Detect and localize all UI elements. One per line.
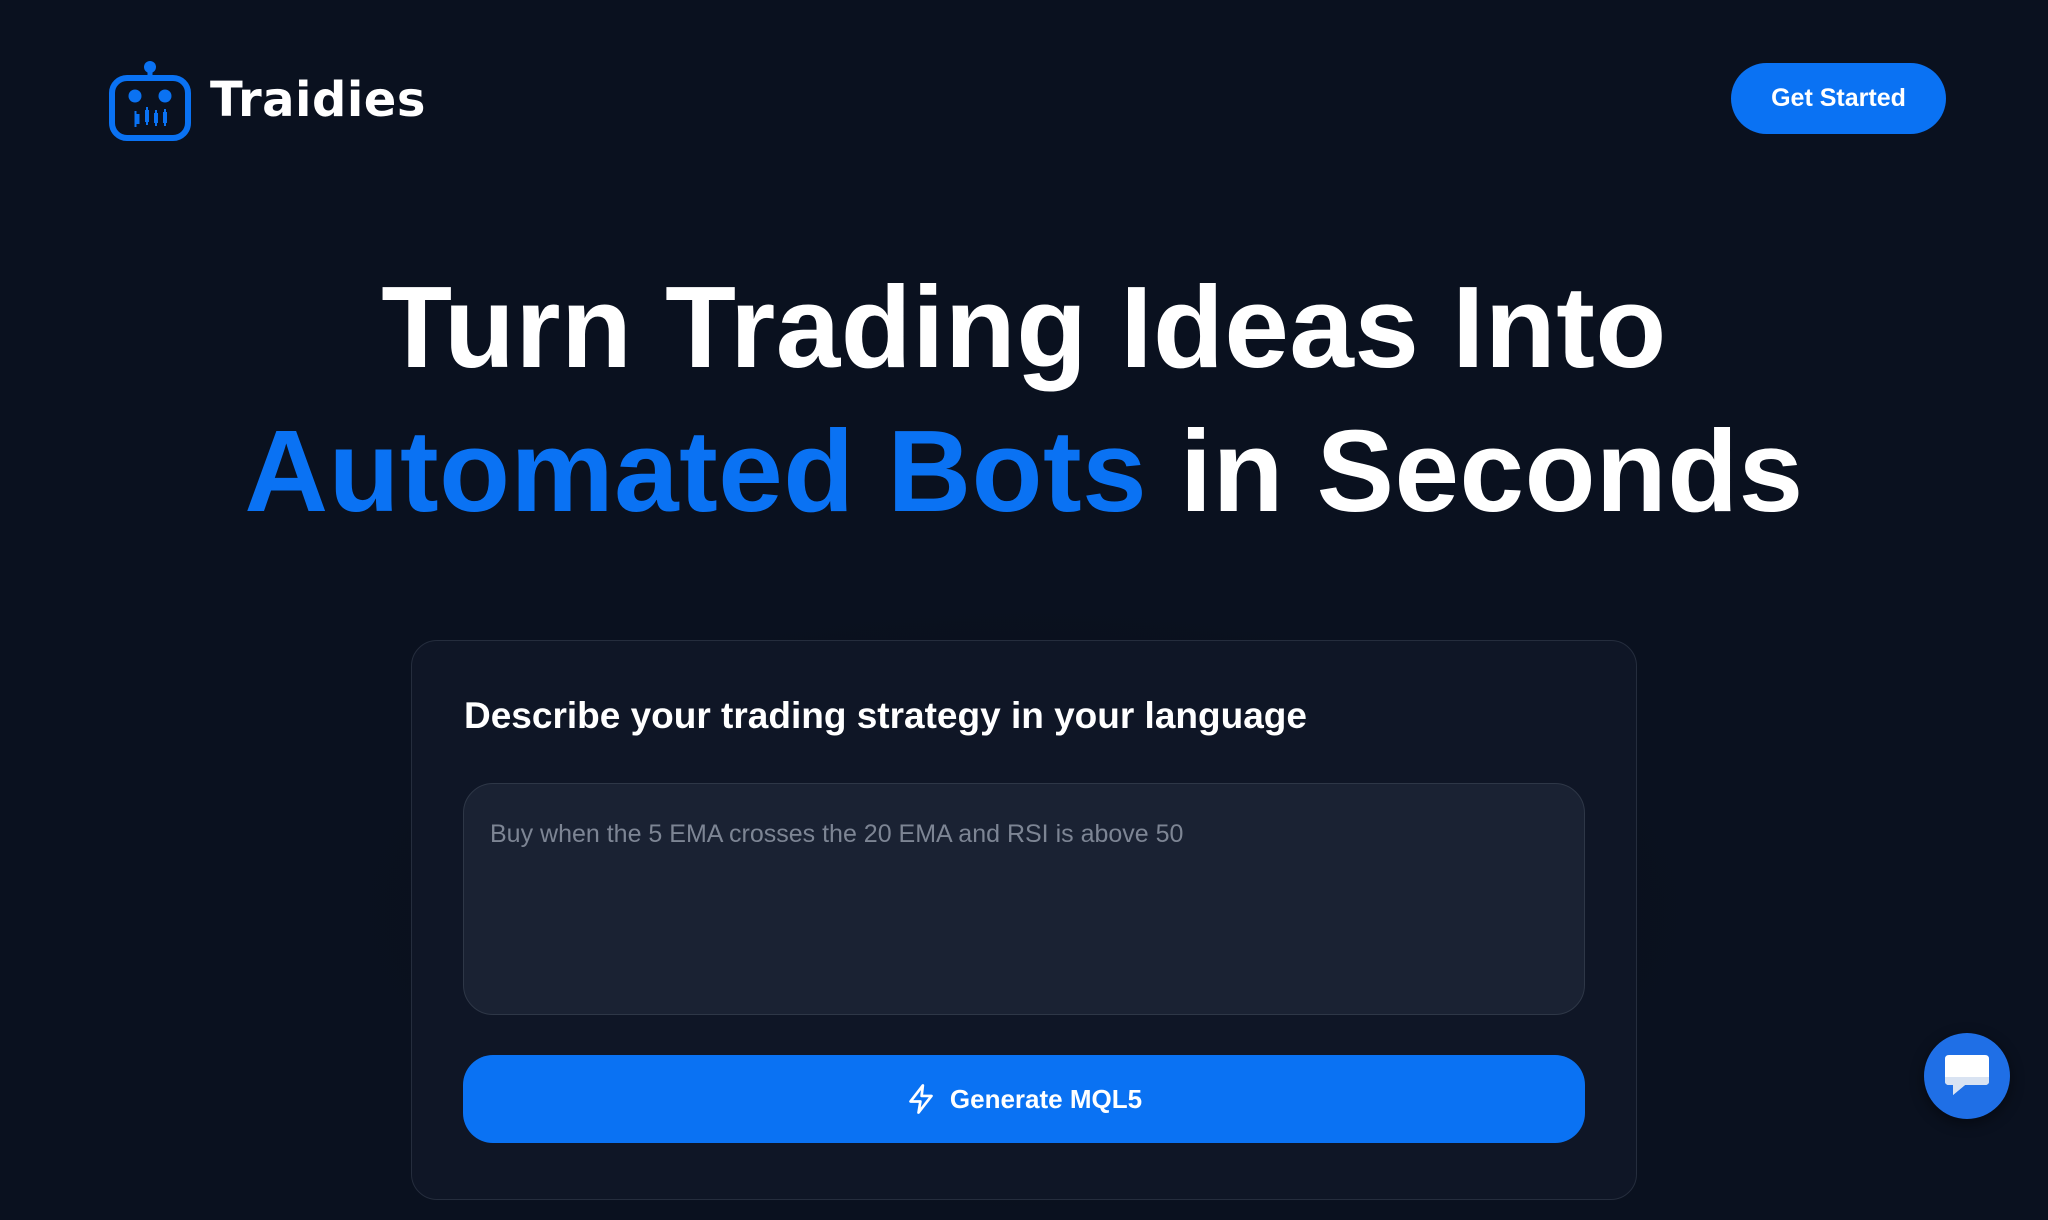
strategy-card: Describe your trading strategy in your l… bbox=[411, 640, 1637, 1200]
robot-icon bbox=[109, 61, 191, 141]
get-started-button[interactable]: Get Started bbox=[1731, 63, 1946, 134]
brand-logo[interactable]: Traidies bbox=[108, 58, 426, 142]
generate-button-label: Generate MQL5 bbox=[949, 1083, 1143, 1114]
strategy-input[interactable] bbox=[463, 783, 1585, 1015]
hero-line-2-rest: in Seconds bbox=[1147, 406, 1804, 536]
brand-name: Traidies bbox=[210, 72, 426, 128]
chat-bubble-icon bbox=[1945, 1055, 1989, 1095]
hero-headline: Turn Trading Ideas Into Automated Bots i… bbox=[0, 255, 2048, 543]
generate-mql5-button[interactable]: Generate MQL5 bbox=[463, 1055, 1585, 1143]
chat-launcher-button[interactable] bbox=[1924, 1033, 2010, 1119]
hero-accent-text: Automated Bots bbox=[244, 406, 1148, 536]
hero-line-2: Automated Bots in Seconds bbox=[0, 399, 2048, 543]
bolt-icon bbox=[909, 1084, 933, 1114]
hero-line-1: Turn Trading Ideas Into bbox=[381, 262, 1667, 392]
card-title: Describe your trading strategy in your l… bbox=[464, 695, 1307, 736]
